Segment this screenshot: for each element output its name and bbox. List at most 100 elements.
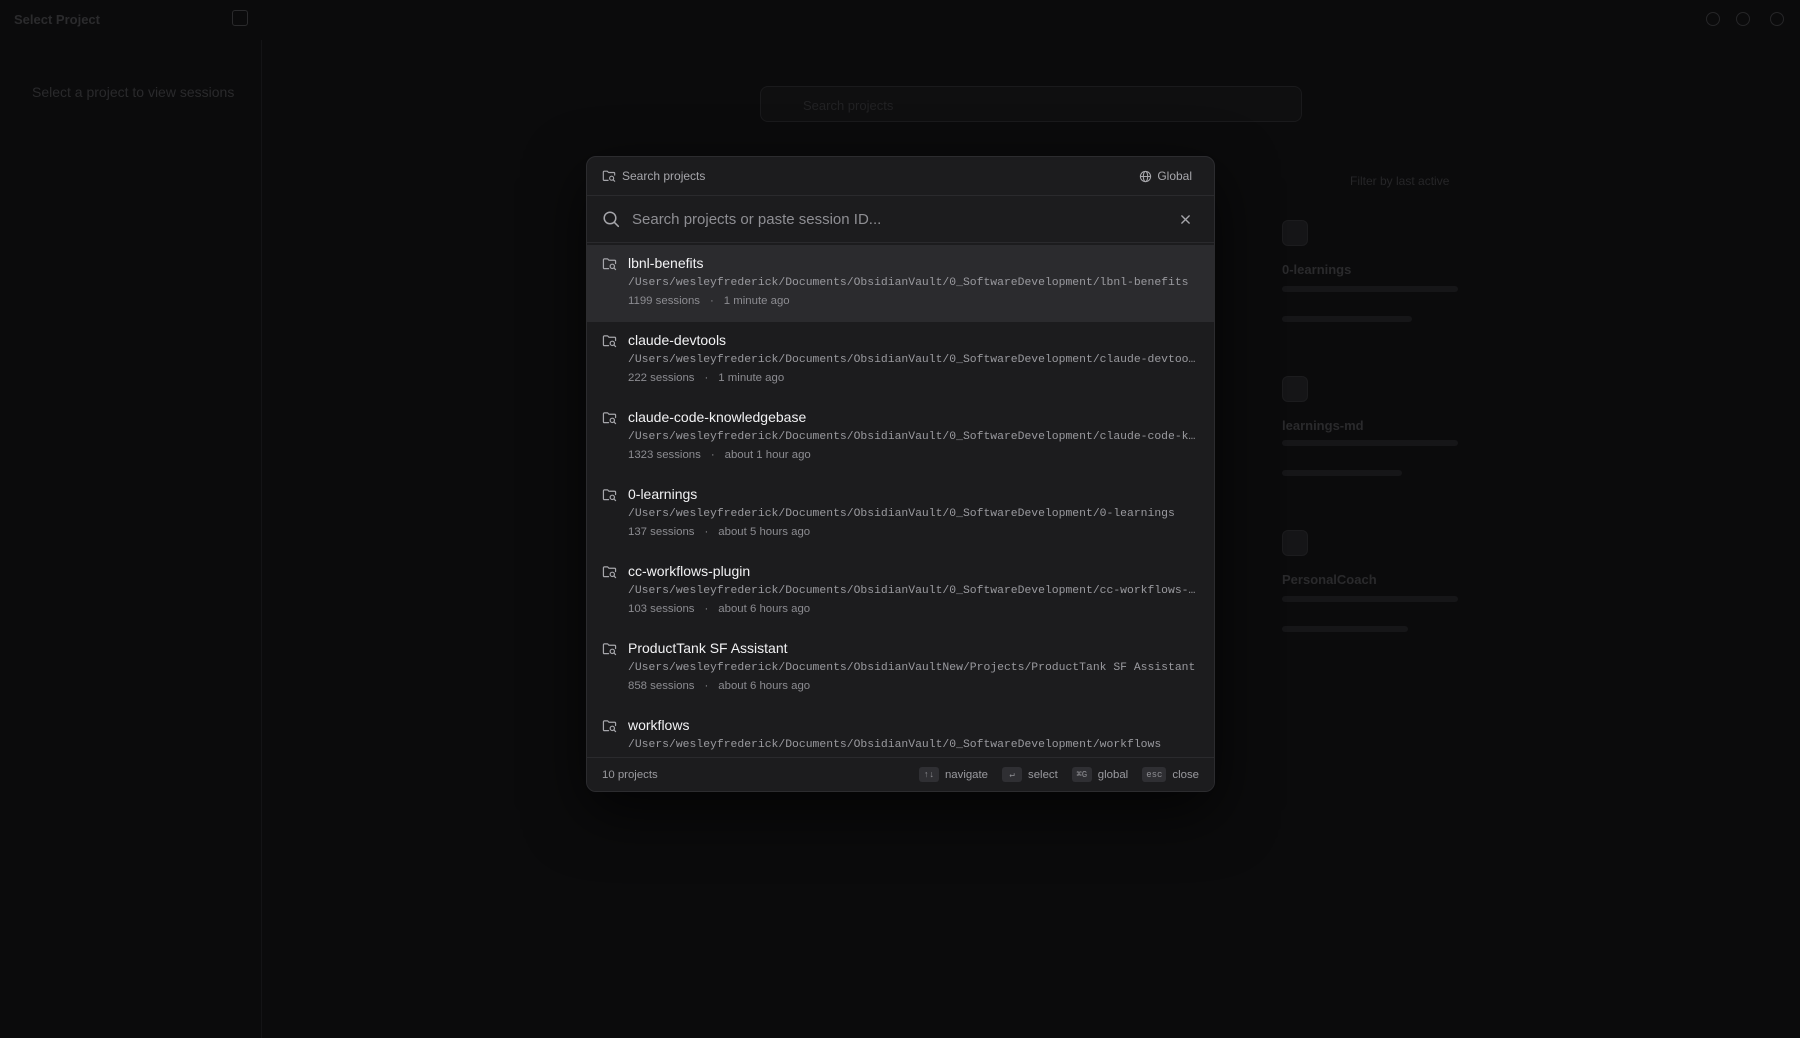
result-sessions: 137 sessions — [628, 526, 695, 538]
kbd-enter: ↵ — [1002, 767, 1023, 782]
result-name: claude-devtools — [628, 332, 727, 348]
background-search-bar[interactable]: Search projects — [760, 86, 1302, 122]
hint-label: select — [1028, 768, 1058, 781]
result-time: about 6 hours ago — [718, 603, 811, 615]
result-row[interactable]: ProductTank SF Assistant /Users/wesleyfr… — [587, 630, 1214, 707]
result-meta: 1199 sessions · 1 minute ago — [628, 294, 1199, 309]
result-path: /Users/wesleyfrederick/Documents/Obsidia… — [628, 585, 1200, 597]
result-time: 1 minute ago — [718, 372, 785, 384]
result-row[interactable]: 0-learnings /Users/wesleyfrederick/Docum… — [587, 476, 1214, 553]
search-input[interactable] — [632, 210, 1177, 228]
folder-search-icon — [602, 411, 617, 425]
dialog-footer: 10 projects ↑↓ navigate ↵ select ⌘G global … — [587, 757, 1214, 791]
project-card-title: PersonalCoach — [1282, 572, 1377, 587]
sidebar — [0, 40, 262, 1038]
result-meta: 858 sessions · about 6 hours ago — [628, 679, 1199, 694]
sidebar-toggle-icon[interactable] — [232, 10, 248, 26]
card-meta-line — [1282, 470, 1402, 476]
top-bar: Select Project — [0, 0, 1800, 40]
folder-icon — [1282, 530, 1308, 556]
result-sessions: 222 sessions — [628, 372, 695, 384]
result-meta: 222 sessions · 1 minute ago — [628, 371, 1199, 386]
separator-dot: · — [704, 603, 709, 615]
separator-dot: · — [710, 449, 715, 461]
separator-dot: · — [704, 680, 709, 692]
result-row[interactable]: claude-devtools /Users/wesleyfrederick/D… — [587, 322, 1214, 399]
folder-search-icon — [602, 565, 617, 579]
result-name: cc-workflows-plugin — [628, 563, 751, 579]
hint-label: navigate — [944, 768, 989, 781]
result-path: /Users/wesleyfrederick/Documents/Obsidia… — [628, 508, 1175, 520]
global-toggle[interactable]: Global — [1139, 169, 1192, 183]
result-sessions: 858 sessions — [628, 680, 695, 692]
project-card-title: learnings-md — [1282, 418, 1364, 433]
result-sessions: 1323 sessions — [628, 449, 701, 461]
hint-global: ⌘G global — [1071, 767, 1129, 782]
close-icon[interactable] — [1177, 211, 1193, 227]
result-name: workflows — [628, 717, 690, 733]
folder-icon — [1282, 376, 1308, 402]
result-time: 1 minute ago — [723, 295, 790, 307]
result-path: /Users/wesleyfrederick/Documents/Obsidia… — [628, 739, 1162, 751]
kbd-esc: esc — [1142, 767, 1167, 782]
project-card-title: 0-learnings — [1282, 262, 1352, 277]
separator-dot: · — [704, 372, 709, 384]
result-meta: 103 sessions · about 6 hours ago — [628, 602, 1199, 617]
separator-dot: · — [704, 526, 709, 538]
result-path: /Users/wesleyfrederick/Documents/Obsidia… — [628, 662, 1196, 674]
result-row[interactable]: cc-workflows-plugin /Users/wesleyfrederi… — [587, 553, 1214, 630]
folder-search-icon — [602, 642, 617, 656]
hint-label: global — [1097, 768, 1129, 781]
result-sessions: 103 sessions — [628, 603, 695, 615]
card-path-line — [1282, 596, 1458, 602]
kbd-cmd-g: ⌘G — [1071, 767, 1092, 782]
result-path: /Users/wesleyfrederick/Documents/Obsidia… — [628, 431, 1200, 443]
card-path-line — [1282, 440, 1458, 446]
folder-search-icon — [602, 719, 617, 733]
more-icon[interactable] — [1770, 12, 1784, 26]
result-name: ProductTank SF Assistant — [628, 640, 788, 656]
notification-icon[interactable] — [1706, 12, 1720, 26]
folder-icon — [1282, 220, 1308, 246]
result-name: lbnl-benefits — [628, 255, 704, 271]
result-meta: 1323 sessions · about 1 hour ago — [628, 448, 1199, 463]
global-label: Global — [1157, 169, 1192, 183]
result-time: about 1 hour ago — [724, 449, 811, 461]
result-row[interactable]: claude-code-knowledgebase /Users/wesleyf… — [587, 399, 1214, 476]
result-meta: 137 sessions · about 5 hours ago — [628, 525, 1199, 540]
folder-search-icon — [602, 488, 617, 502]
result-time: about 5 hours ago — [718, 526, 811, 538]
result-name: claude-code-knowledgebase — [628, 409, 807, 425]
card-meta-line — [1282, 316, 1412, 322]
project-select[interactable]: Select Project — [14, 12, 100, 27]
card-meta-line — [1282, 626, 1408, 632]
result-sessions: 1199 sessions — [628, 295, 700, 307]
background-search-placeholder: Search projects — [803, 98, 894, 113]
result-row[interactable]: lbnl-benefits /Users/wesleyfrederick/Doc… — [587, 245, 1214, 322]
folder-search-icon — [602, 257, 617, 271]
project-count: 10 projects — [602, 768, 658, 781]
result-row[interactable]: workflows /Users/wesleyfrederick/Documen… — [587, 707, 1214, 756]
folder-search-icon — [602, 169, 616, 183]
hint-label: close — [1172, 768, 1199, 781]
folder-search-icon — [602, 334, 617, 348]
card-path-line — [1282, 286, 1458, 292]
filter-label[interactable]: Filter by last active — [1350, 174, 1449, 188]
result-path: /Users/wesleyfrederick/Documents/Obsidia… — [628, 277, 1189, 289]
hint-navigate: ↑↓ navigate — [918, 767, 989, 782]
result-path: /Users/wesleyfrederick/Documents/Obsidia… — [628, 354, 1200, 366]
search-row — [587, 196, 1214, 243]
separator-dot: · — [709, 295, 714, 307]
settings-icon[interactable] — [1736, 12, 1750, 26]
dialog-header: Search projects Global — [587, 157, 1214, 196]
project-search-dialog: Search projects Global lbn — [586, 156, 1215, 792]
dialog-title: Search projects — [622, 169, 706, 183]
result-time: about 6 hours ago — [718, 680, 811, 692]
result-name: 0-learnings — [628, 486, 698, 502]
globe-icon — [1140, 170, 1152, 182]
results-list: lbnl-benefits /Users/wesleyfrederick/Doc… — [587, 244, 1214, 756]
search-icon — [602, 210, 620, 228]
kbd-arrows: ↑↓ — [918, 767, 939, 782]
hint-select: ↵ select — [1002, 767, 1058, 782]
sidebar-empty-text: Select a project to view sessions — [32, 84, 235, 100]
